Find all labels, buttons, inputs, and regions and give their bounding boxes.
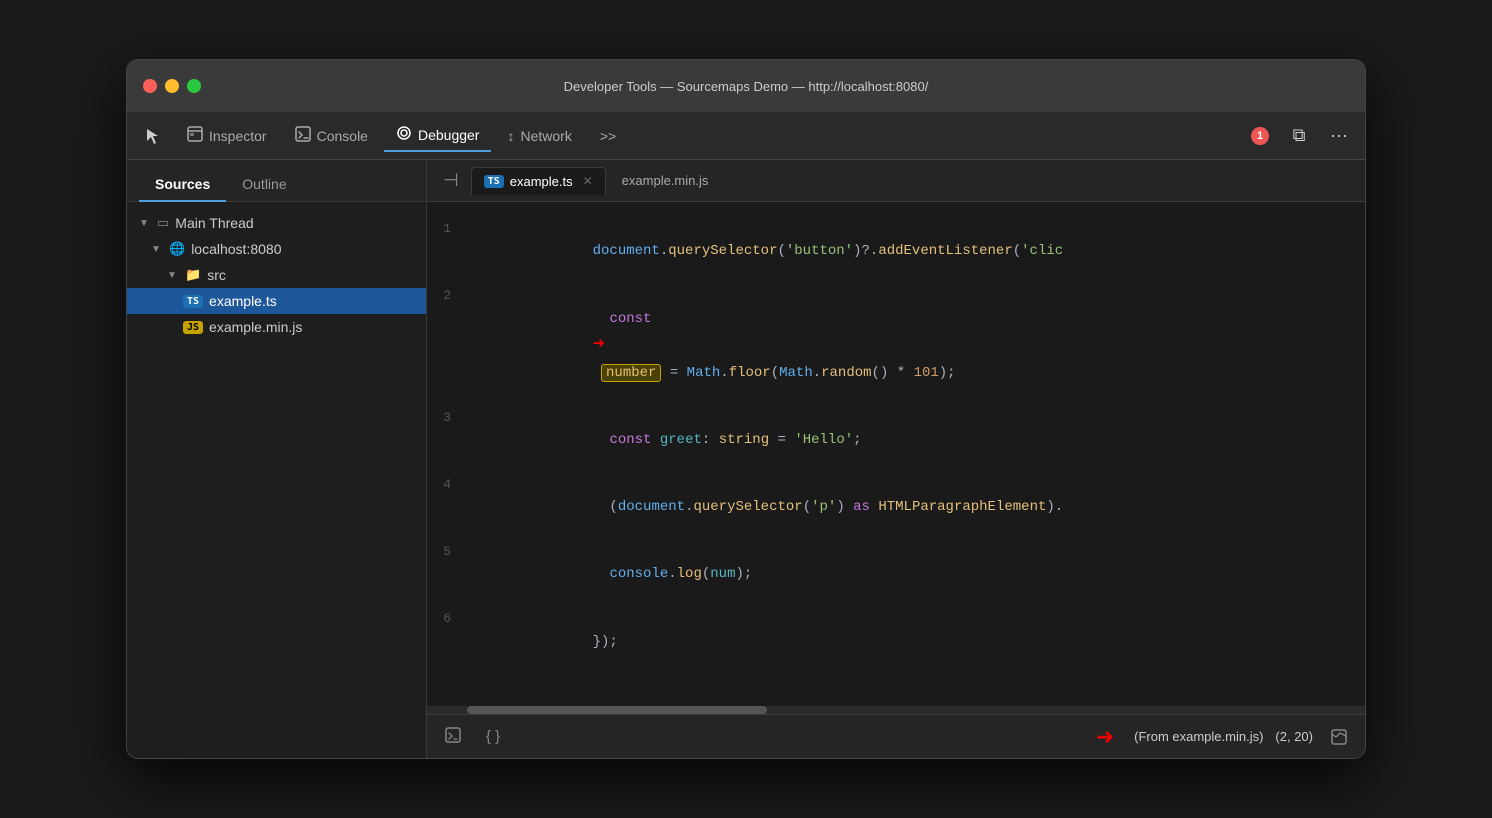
console-icon xyxy=(295,126,311,145)
code-line-1: 1 document.querySelector('button')?.addE… xyxy=(427,218,1365,285)
example-ts-label: example.ts xyxy=(209,293,277,309)
network-icon: ↕ xyxy=(507,128,514,144)
editor-horizontal-scrollbar[interactable] xyxy=(427,706,1365,714)
tab-console[interactable]: Console xyxy=(283,120,380,151)
tree-item-example-ts[interactable]: TS example.ts xyxy=(127,288,426,314)
format-button[interactable]: { } xyxy=(479,723,507,751)
main-thread-label: Main Thread xyxy=(175,215,253,231)
line-code-4: (document.querySelector('p') as HTMLPara… xyxy=(467,474,1079,541)
scrollbar-thumb[interactable] xyxy=(467,706,767,714)
example-ts-tab-label: example.ts xyxy=(510,174,573,189)
error-badge[interactable]: 1 xyxy=(1243,123,1277,149)
toggle-sidebar-button[interactable]: ⊣ xyxy=(435,166,467,195)
code-line-6: 6 }); xyxy=(427,608,1365,675)
line-number-1: 1 xyxy=(427,219,467,240)
line-number-5: 5 xyxy=(427,542,467,563)
more-options-icon: ··· xyxy=(1330,125,1348,146)
line-code-6: }); xyxy=(467,608,634,675)
example-min-js-tab-label: example.min.js xyxy=(622,173,709,188)
toolbar: Inspector Console Debugger ↕ xyxy=(127,112,1365,160)
tab-debugger[interactable]: Debugger xyxy=(384,119,492,152)
tab-inspector[interactable]: Inspector xyxy=(175,120,279,151)
sidebar: Sources Outline ▼ ▭ Main Thread ▼ 🌐 loca… xyxy=(127,160,427,758)
thread-icon: ▭ xyxy=(157,215,169,231)
responsive-icon: ⧉ xyxy=(1293,125,1306,146)
source-coords-label: (2, 20) xyxy=(1275,729,1313,744)
line-code-3: const greet: string = 'Hello'; xyxy=(467,407,878,474)
sidebar-tabs: Sources Outline xyxy=(127,160,426,202)
editor-tabs: ⊣ TS example.ts ✕ example.min.js xyxy=(427,160,1365,202)
sidebar-tree: ▼ ▭ Main Thread ▼ 🌐 localhost:8080 ▼ 📁 s… xyxy=(127,202,426,758)
code-line-5: 5 console.log(num); xyxy=(427,541,1365,608)
code-line-4: 4 (document.querySelector('p') as HTMLPa… xyxy=(427,474,1365,541)
editor-area: ⊣ TS example.ts ✕ example.min.js 1 xyxy=(427,160,1365,758)
debugger-icon xyxy=(396,125,412,144)
tree-item-localhost[interactable]: ▼ 🌐 localhost:8080 xyxy=(127,236,426,262)
folder-icon: 📁 xyxy=(185,267,201,283)
format-icon: { } xyxy=(486,728,500,745)
line-number-3: 3 xyxy=(427,408,467,429)
source-map-settings-button[interactable] xyxy=(1325,723,1353,751)
more-options-button[interactable]: ··· xyxy=(1321,118,1357,154)
line-number-4: 4 xyxy=(427,475,467,496)
ts-tab-badge: TS xyxy=(484,175,504,188)
network-label: Network xyxy=(520,128,571,144)
source-origin-label: (From example.min.js) xyxy=(1134,729,1263,744)
code-editor[interactable]: 1 document.querySelector('button')?.addE… xyxy=(427,202,1365,706)
ts-badge: TS xyxy=(183,295,203,308)
example-min-js-label: example.min.js xyxy=(209,319,302,335)
tab-network[interactable]: ↕ Network xyxy=(495,122,583,150)
line-number-6: 6 xyxy=(427,609,467,630)
responsive-design-button[interactable]: ⧉ xyxy=(1281,118,1317,154)
cursor-tool-button[interactable] xyxy=(135,118,171,154)
expand-arrow: ▼ xyxy=(139,218,151,229)
line-code-1: document.querySelector('button')?.addEve… xyxy=(467,218,1079,285)
tree-item-src[interactable]: ▼ 📁 src xyxy=(127,262,426,288)
devtools-window: Developer Tools — Sourcemaps Demo — http… xyxy=(126,59,1366,759)
pretty-print-icon xyxy=(444,726,462,748)
debugger-label: Debugger xyxy=(418,127,480,143)
sidebar-tab-sources[interactable]: Sources xyxy=(139,168,226,202)
maximize-button[interactable] xyxy=(187,79,201,93)
sources-label: Sources xyxy=(155,176,210,192)
line-code-5: console.log(num); xyxy=(467,541,768,608)
window-title: Developer Tools — Sourcemaps Demo — http… xyxy=(564,79,929,94)
more-tabs-button[interactable]: >> xyxy=(588,122,628,150)
minimize-button[interactable] xyxy=(165,79,179,93)
inspector-icon xyxy=(187,126,203,145)
error-count: 1 xyxy=(1251,127,1269,145)
src-label: src xyxy=(207,267,226,283)
code-content: 1 document.querySelector('button')?.addE… xyxy=(427,202,1365,691)
status-bar: { } ➜ (From example.min.js) (2, 20) xyxy=(427,714,1365,758)
sidebar-tab-outline[interactable]: Outline xyxy=(226,168,302,202)
code-line-3: 3 const greet: string = 'Hello'; xyxy=(427,407,1365,474)
line-number-2: 2 xyxy=(427,286,467,307)
more-tabs-label: >> xyxy=(600,128,616,144)
tree-item-example-min-js[interactable]: JS example.min.js xyxy=(127,314,426,340)
line-code-2: const ➜ number = Math.floor(Math.random(… xyxy=(467,285,972,407)
globe-icon: 🌐 xyxy=(169,241,185,257)
js-badge: JS xyxy=(183,321,203,334)
inspector-label: Inspector xyxy=(209,128,267,144)
expand-arrow: ▼ xyxy=(151,244,163,255)
console-label: Console xyxy=(317,128,368,144)
expand-arrow: ▼ xyxy=(167,270,179,281)
close-tab-button[interactable]: ✕ xyxy=(583,174,593,188)
localhost-label: localhost:8080 xyxy=(191,241,281,257)
pretty-print-toggle-button[interactable] xyxy=(439,723,467,751)
code-line-2: 2 const ➜ number = Math.floor(Math.rando… xyxy=(427,285,1365,407)
tree-item-main-thread[interactable]: ▼ ▭ Main Thread xyxy=(127,210,426,236)
main-content: Sources Outline ▼ ▭ Main Thread ▼ 🌐 loca… xyxy=(127,160,1365,758)
editor-tab-example-min-js[interactable]: example.min.js xyxy=(610,167,721,194)
editor-tab-example-ts[interactable]: TS example.ts ✕ xyxy=(471,167,606,195)
outline-label: Outline xyxy=(242,176,286,192)
source-map-arrow-icon: ➜ xyxy=(1096,724,1114,750)
close-button[interactable] xyxy=(143,79,157,93)
titlebar: Developer Tools — Sourcemaps Demo — http… xyxy=(127,60,1365,112)
traffic-lights xyxy=(143,79,201,93)
